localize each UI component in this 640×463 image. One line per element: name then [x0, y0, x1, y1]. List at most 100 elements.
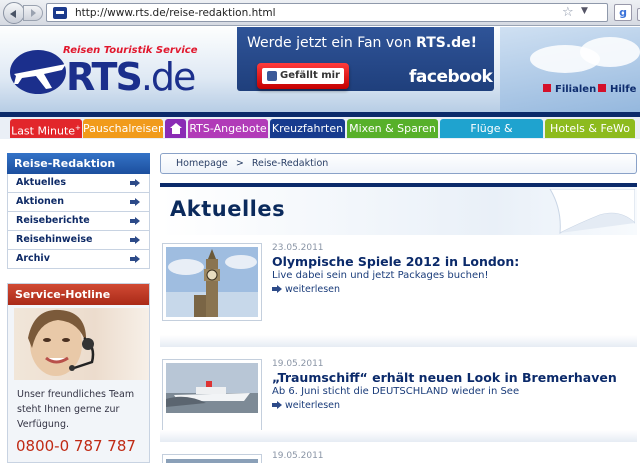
article-separator	[160, 430, 637, 442]
article-item: 19.05.2011 „Traumschiff“ erhält neuen Lo…	[160, 359, 637, 441]
article-thumbnail[interactable]	[162, 359, 262, 437]
fb-text-prefix: Werde jetzt ein Fan von	[247, 35, 417, 51]
cruise-ship-image	[166, 363, 258, 413]
fb-like-text: Gefällt mir	[280, 70, 340, 81]
filialen-label: Filialen	[555, 84, 597, 95]
arrow-square-icon	[598, 84, 606, 92]
tab-label: RTS-Angebote	[189, 122, 267, 135]
article-subtitle: Live dabei sein und jetzt Packages buche…	[272, 270, 489, 281]
hotline-phone: 0800-0 787 787	[16, 437, 136, 455]
tab-hotels-fewo[interactable]: Hotels & FeWo	[545, 119, 635, 138]
tab-rts-angebote[interactable]: RTS-Angebote	[188, 119, 268, 138]
agent-illustration	[28, 309, 95, 376]
hilfe-label: Hilfe	[610, 84, 637, 95]
arrow-right-icon	[130, 255, 140, 263]
arrow-right-icon	[272, 401, 282, 409]
read-more-label: weiterlesen	[285, 400, 341, 411]
fb-like-button[interactable]: Gefällt mir	[257, 63, 349, 89]
hilfe-link[interactable]: Hilfe	[598, 84, 636, 95]
nav-buttons	[3, 2, 45, 24]
sidebar: Reise-Redaktion Aktuelles Aktionen Reise…	[7, 153, 150, 269]
tab-label: Flüge & Mietwagen	[461, 122, 522, 154]
tab-fluege-mietwagen[interactable]: Flüge & Mietwagen	[440, 119, 543, 154]
section-title: Aktuelles	[170, 197, 286, 221]
site-header: Reisen Touristik Service RTS.de Werde je…	[0, 27, 640, 112]
logo-suffix: .de	[140, 55, 197, 99]
arrow-right-icon	[130, 179, 140, 187]
facebook-banner[interactable]: Werde jetzt ein Fan von RTS.de! Gefällt …	[237, 27, 494, 91]
arrow-right-icon	[130, 236, 140, 244]
url-dropdown-icon[interactable]: ▼	[581, 6, 588, 16]
article-date: 23.05.2011	[272, 243, 324, 253]
page-curl-graphic	[549, 189, 635, 234]
tab-pauschalreisen[interactable]: Pauschalreisen	[83, 119, 165, 138]
fb-text: Werde jetzt ein Fan von RTS.de!	[247, 35, 477, 51]
google-search-icon[interactable]: g	[614, 4, 632, 21]
sidebar-item-label: Reiseberichte	[16, 215, 90, 226]
fb-like-label: Gefällt mir	[262, 68, 344, 84]
hotline-title: Service-Hotline	[8, 284, 149, 305]
tab-label: Pauschalreisen	[83, 122, 165, 135]
sidebar-item-reiseberichte[interactable]: Reiseberichte	[7, 212, 150, 231]
tab-last-minute[interactable]: Last Minute+	[10, 119, 82, 138]
fb-text-brand: RTS.de!	[416, 35, 478, 51]
address-bar[interactable]: http://www.rts.de/reise-redaktion.html ☆…	[46, 3, 640, 22]
main-nav: Last Minute+ Pauschalreisen RTS-Angebote…	[0, 117, 640, 154]
sidebar-item-archiv[interactable]: Archiv	[7, 250, 150, 269]
sidebar-item-reisehinweise[interactable]: Reisehinweise	[7, 231, 150, 250]
big-ben-image	[166, 247, 258, 317]
logo-main: RTS	[66, 55, 143, 99]
sidebar-item-aktuelles[interactable]: Aktuelles	[7, 174, 150, 193]
filialen-link[interactable]: Filialen	[543, 84, 596, 95]
article-title[interactable]: Olympische Spiele 2012 in London:	[272, 254, 519, 269]
breadcrumb-current[interactable]: Reise-Redaktion	[252, 158, 328, 169]
sidebar-item-label: Aktuelles	[16, 177, 67, 188]
article-subtitle: Ab 6. Juni sticht die DEUTSCHLAND wieder…	[272, 386, 520, 397]
tab-sup: +	[75, 124, 81, 132]
arrow-right-icon	[130, 217, 140, 225]
breadcrumb: Homepage > Reise-Redaktion	[160, 153, 637, 174]
article-date: 19.05.2011	[272, 451, 324, 461]
bookmark-star-icon[interactable]: ☆	[562, 5, 574, 20]
tab-mixen-sparen[interactable]: Mixen & Sparen	[347, 119, 438, 138]
article-title[interactable]: „Traumschiff“ erhält neuen Look in Breme…	[272, 370, 617, 385]
breadcrumb-home[interactable]: Homepage	[176, 158, 228, 169]
article-item: 23.05.2011 Olympische Spiele 2012 in Lon…	[160, 243, 637, 325]
article-image	[166, 459, 258, 463]
browser-toolbar: http://www.rts.de/reise-redaktion.html ☆…	[0, 0, 640, 26]
tab-label: Kreuzfahrten	[271, 122, 344, 135]
article-date: 19.05.2011	[272, 359, 324, 369]
forward-button[interactable]	[23, 5, 43, 21]
sidebar-item-label: Reisehinweise	[16, 234, 93, 245]
section-banner: Aktuelles	[160, 187, 637, 235]
facebook-logo: facebook	[409, 67, 493, 87]
sidebar-item-aktionen[interactable]: Aktionen	[7, 193, 150, 212]
article-thumbnail[interactable]	[162, 454, 262, 463]
arrow-right-icon	[130, 198, 140, 206]
tab-label: Last Minute	[11, 124, 76, 138]
read-more-link[interactable]: weiterlesen	[272, 284, 340, 295]
read-more-link[interactable]: weiterlesen	[272, 400, 340, 411]
hotline-text: Unser freundliches Team steht Ihnen gern…	[17, 389, 135, 430]
breadcrumb-separator: >	[235, 158, 244, 169]
home-icon	[169, 123, 182, 134]
rts-logo[interactable]: RTS.de	[66, 55, 197, 99]
read-more-label: weiterlesen	[285, 284, 341, 295]
article-separator	[160, 335, 637, 347]
tab-label: Mixen & Sparen	[349, 122, 436, 135]
article-item: 19.05.2011	[160, 451, 637, 463]
hotline-agent-image	[14, 308, 149, 380]
tab-home[interactable]	[165, 119, 186, 138]
sky-background	[500, 27, 640, 112]
arrow-square-icon	[543, 84, 551, 92]
sidebar-title: Reise-Redaktion	[7, 153, 150, 174]
thumbs-up-icon	[267, 71, 277, 81]
arrow-right-icon	[272, 285, 282, 293]
article-thumbnail[interactable]	[162, 243, 262, 321]
tab-kreuzfahrten[interactable]: Kreuzfahrten	[270, 119, 345, 138]
service-hotline-box: Service-Hotline Unser freundliches Team …	[7, 283, 150, 463]
tab-label: Hotels & FeWo	[550, 122, 630, 135]
back-button[interactable]	[3, 2, 25, 24]
site-favicon-icon	[53, 7, 67, 19]
sidebar-item-label: Aktionen	[16, 196, 64, 207]
